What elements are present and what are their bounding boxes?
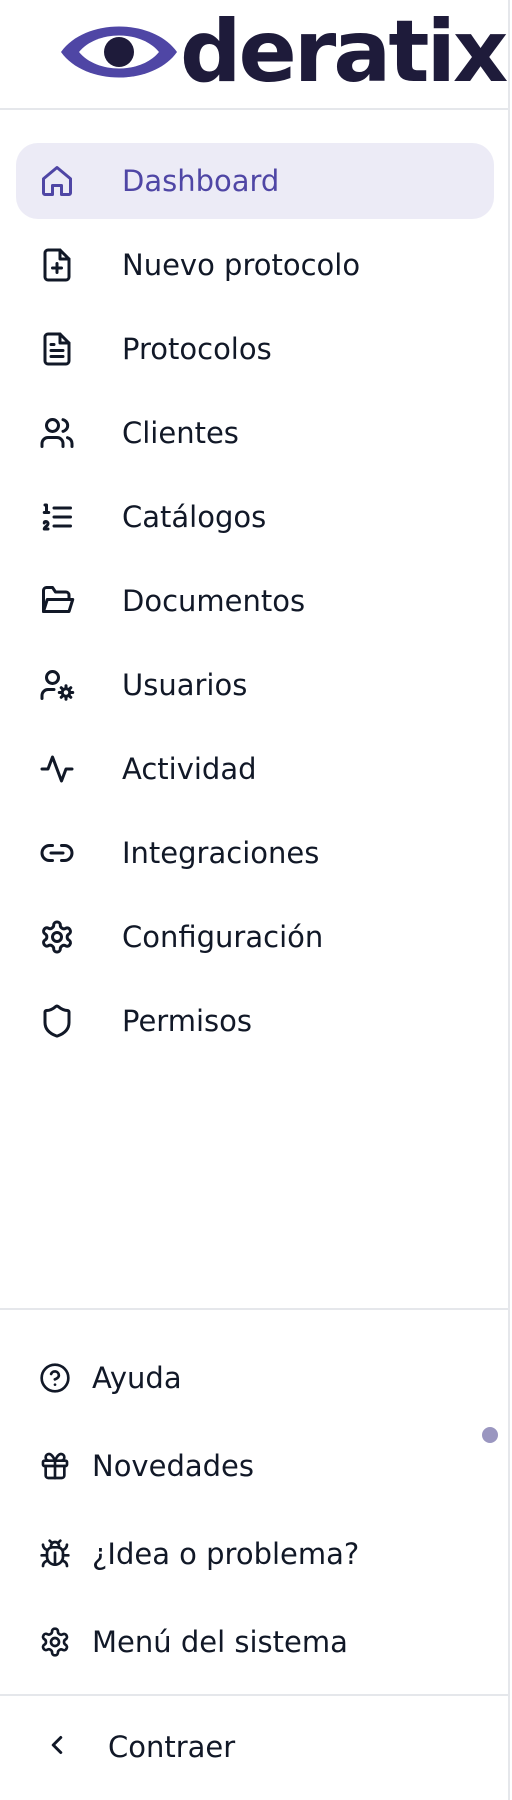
- sidebar-item-label: Configuración: [122, 920, 324, 954]
- sidebar-item-label: Usuarios: [122, 668, 248, 702]
- settings-icon: [38, 918, 76, 956]
- sidebar-item-documentos[interactable]: Documentos: [16, 563, 494, 639]
- sidebar-item-nuevo-protocolo[interactable]: Nuevo protocolo: [16, 227, 494, 303]
- gift-icon: [38, 1449, 72, 1483]
- footer-item-ayuda[interactable]: Ayuda: [16, 1343, 494, 1413]
- file-plus-icon: [38, 246, 76, 284]
- chevron-left-icon: [42, 1730, 72, 1764]
- sidebar-item-label: Protocolos: [122, 332, 272, 366]
- home-icon: [38, 162, 76, 200]
- sidebar-item-label: Catálogos: [122, 500, 267, 534]
- activity-icon: [38, 750, 76, 788]
- footer-item-label: Ayuda: [92, 1361, 182, 1395]
- file-text-icon: [38, 330, 76, 368]
- sidebar-item-label: Dashboard: [122, 164, 280, 198]
- sidebar-item-label: Actividad: [122, 752, 257, 786]
- brand-logo[interactable]: deratix: [0, 0, 510, 110]
- sidebar-item-label: Integraciones: [122, 836, 320, 870]
- sidebar-item-dashboard[interactable]: Dashboard: [16, 143, 494, 219]
- folder-open-icon: [38, 582, 76, 620]
- brand-name: deratix: [180, 2, 508, 102]
- footer-item-label: ¿Idea o problema?: [92, 1537, 360, 1571]
- footer-item-idea-problema[interactable]: ¿Idea o problema?: [16, 1519, 494, 1589]
- collapse-label: Contraer: [108, 1730, 236, 1764]
- unread-indicator-dot: [482, 1427, 498, 1443]
- sidebar-item-actividad[interactable]: Actividad: [16, 731, 494, 807]
- sidebar-item-label: Permisos: [122, 1004, 252, 1038]
- sidebar-item-label: Documentos: [122, 584, 306, 618]
- sidebar-item-protocolos[interactable]: Protocolos: [16, 311, 494, 387]
- list-ordered-icon: [38, 498, 76, 536]
- footer-item-menu-sistema[interactable]: Menú del sistema: [16, 1607, 494, 1677]
- help-circle-icon: [38, 1361, 72, 1395]
- sidebar-item-configuracion[interactable]: Configuración: [16, 899, 494, 975]
- sidebar-item-label: Nuevo protocolo: [122, 248, 361, 282]
- settings-icon: [38, 1625, 72, 1659]
- sidebar: deratix Dashboard Nuevo protocolo Protoc…: [0, 0, 510, 1800]
- sidebar-item-clientes[interactable]: Clientes: [16, 395, 494, 471]
- footer-item-label: Menú del sistema: [92, 1625, 348, 1659]
- shield-icon: [38, 1002, 76, 1040]
- sidebar-item-permisos[interactable]: Permisos: [16, 983, 494, 1059]
- sidebar-item-label: Clientes: [122, 416, 239, 450]
- footer-item-novedades[interactable]: Novedades: [16, 1431, 494, 1501]
- users-icon: [38, 414, 76, 452]
- collapse-divider: [0, 1694, 510, 1696]
- eye-logo-icon: [61, 26, 177, 78]
- sidebar-item-catalogos[interactable]: Catálogos: [16, 479, 494, 555]
- bug-icon: [38, 1537, 72, 1571]
- footer-divider: [0, 1308, 510, 1310]
- sidebar-item-integraciones[interactable]: Integraciones: [16, 815, 494, 891]
- sidebar-item-usuarios[interactable]: Usuarios: [16, 647, 494, 723]
- link-icon: [38, 834, 76, 872]
- collapse-sidebar-button[interactable]: Contraer: [16, 1712, 494, 1782]
- footer-item-label: Novedades: [92, 1449, 254, 1483]
- user-cog-icon: [38, 666, 76, 704]
